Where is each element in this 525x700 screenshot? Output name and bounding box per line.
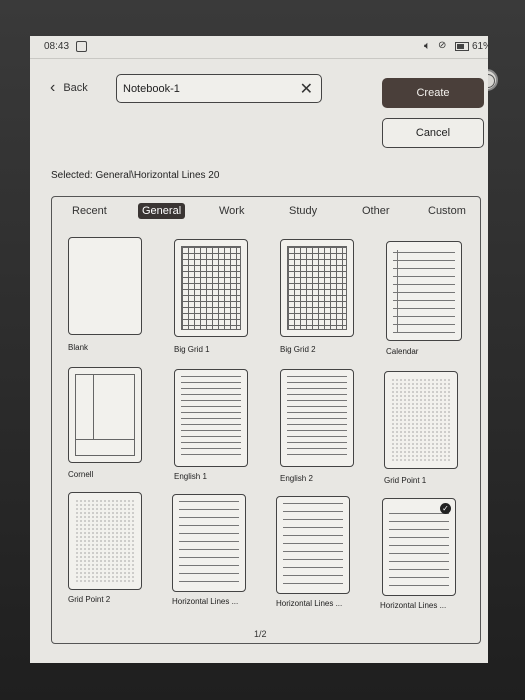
template-label: Grid Point 1 — [384, 476, 427, 485]
cornell-frame — [75, 374, 135, 456]
notebook-name-value: Notebook-1 — [123, 83, 180, 95]
status-time: 08:43 — [44, 41, 70, 52]
template-label: Grid Point 2 — [68, 595, 111, 604]
template-thumbnail — [68, 367, 142, 463]
back-button[interactable]: ‹ Back — [50, 80, 88, 96]
screen: 08:43 🔈︎ ⊘ 61% ‹ Back Notebook-1 ✕ Creat… — [30, 36, 488, 663]
template-label: Cornell — [68, 470, 94, 479]
notebook-name-field[interactable]: Notebook-1 ✕ — [116, 74, 322, 103]
template-label: Horizontal Lines ... — [172, 597, 239, 606]
grid-pattern — [181, 246, 241, 330]
template-thumbnail — [174, 369, 248, 467]
template-label: Big Grid 1 — [174, 345, 210, 354]
lines-pattern — [287, 376, 347, 460]
cornell-cue-line — [93, 374, 94, 440]
lines-pattern — [181, 376, 241, 460]
lines-pattern — [283, 503, 343, 587]
template-thumbnail — [280, 239, 354, 337]
tab-study[interactable]: Study — [285, 203, 321, 219]
template-label: Calendar — [386, 347, 419, 356]
status-bar: 08:43 🔈︎ ⊘ 61% — [30, 36, 488, 59]
battery-percent: 61% — [472, 41, 488, 52]
clear-icon[interactable]: ✕ — [300, 79, 313, 99]
template-thumbnail — [68, 492, 142, 590]
battery-icon — [455, 42, 469, 51]
cornell-summary-line — [75, 439, 135, 440]
template-label: Horizontal Lines ... — [276, 599, 343, 608]
dots-pattern — [391, 378, 451, 462]
template-label: Big Grid 2 — [280, 345, 316, 354]
selected-template-text: Selected: General\Horizontal Lines 20 — [51, 170, 220, 181]
template-thumbnail — [172, 494, 246, 592]
grid-pattern — [287, 246, 347, 330]
tab-recent[interactable]: Recent — [68, 203, 111, 219]
lines-pattern — [179, 501, 239, 585]
template-thumbnail — [280, 369, 354, 467]
tab-work[interactable]: Work — [215, 203, 248, 219]
template-label: English 1 — [174, 472, 207, 481]
lines-pattern — [393, 252, 455, 334]
template-label: English 2 — [280, 474, 313, 483]
template-thumbnail: ✓ — [382, 498, 456, 596]
tab-general[interactable]: General — [138, 203, 186, 219]
create-button[interactable]: Create — [382, 78, 484, 108]
template-label: Horizontal Lines ... — [380, 601, 447, 610]
check-icon: ✓ — [440, 503, 451, 514]
template-thumbnail — [276, 496, 350, 594]
template-thumbnail — [68, 237, 142, 335]
mute-icon: 🔈︎ — [424, 40, 431, 52]
lines-pattern — [389, 513, 449, 589]
back-label: Back — [63, 82, 88, 94]
template-thumbnail — [386, 241, 462, 341]
template-thumbnail — [384, 371, 458, 469]
dots-pattern — [75, 499, 135, 583]
template-panel: Recent General Work Study Other Custom B… — [51, 196, 481, 644]
bell-off-icon: ⊘ — [438, 40, 447, 51]
chevron-left-icon: ‹ — [50, 79, 56, 96]
template-label: Blank — [68, 343, 89, 352]
page-indicator: 1/2 — [254, 629, 267, 639]
template-thumbnail — [174, 239, 248, 337]
notification-icon — [76, 41, 87, 52]
cancel-button[interactable]: Cancel — [382, 118, 484, 148]
tab-custom[interactable]: Custom — [424, 203, 470, 219]
tab-other[interactable]: Other — [358, 203, 394, 219]
